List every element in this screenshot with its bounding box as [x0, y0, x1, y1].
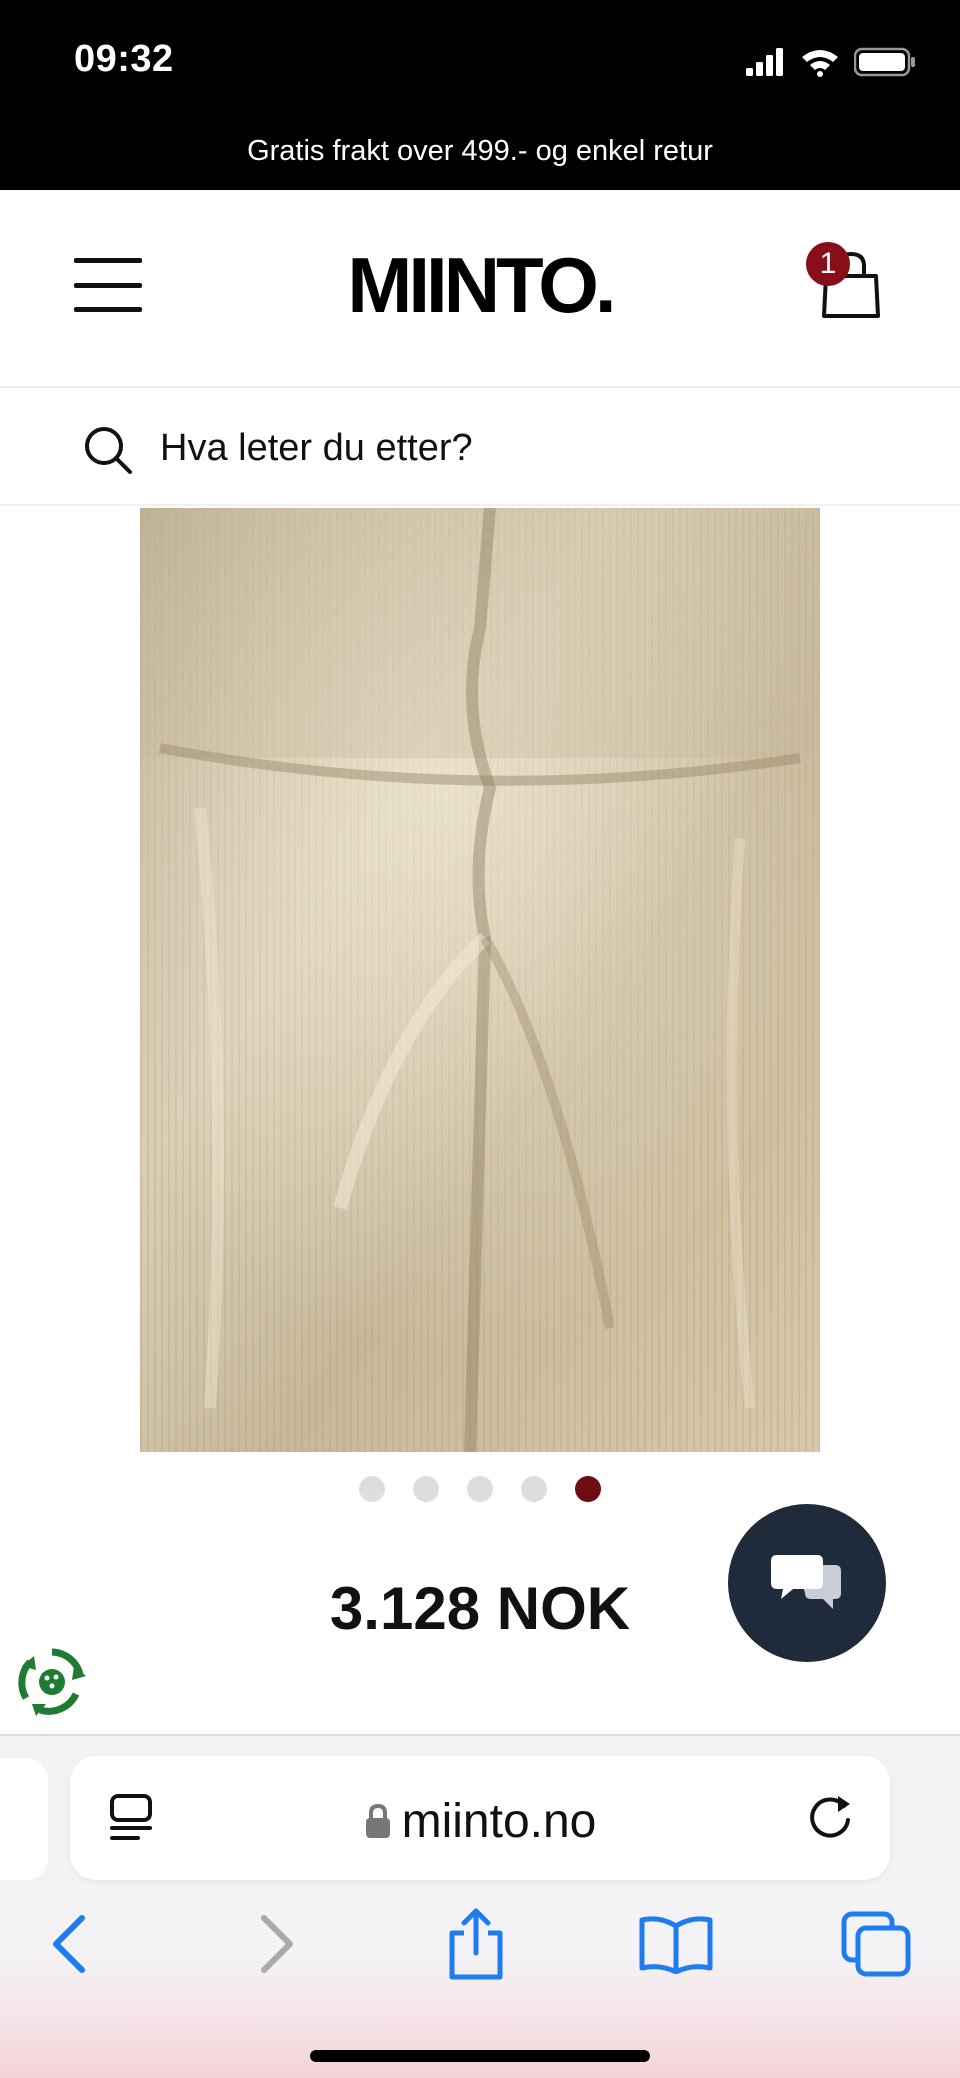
- lock-icon: [365, 1803, 390, 1838]
- chat-bubbles-icon: [771, 1555, 841, 1609]
- promo-banner: Gratis frakt over 499.- og enkel retur: [0, 120, 960, 190]
- carousel-dot[interactable]: [359, 1476, 385, 1502]
- carousel-dot-active[interactable]: [575, 1476, 601, 1502]
- home-indicator: [310, 2050, 650, 2062]
- search-bar: [0, 390, 960, 506]
- carousel-dot[interactable]: [521, 1476, 547, 1502]
- carousel-dot[interactable]: [413, 1476, 439, 1502]
- cart-button[interactable]: 1: [806, 242, 886, 322]
- browser-toolbar: [0, 1904, 960, 1994]
- url-display: miinto.no: [70, 1794, 890, 1849]
- browser-chrome: miinto.no: [0, 1734, 960, 2078]
- cellular-signal-icon: [746, 48, 783, 76]
- status-time: 09:32: [74, 38, 174, 80]
- tabs-icon[interactable]: [836, 1904, 916, 1984]
- product-photo: [140, 508, 820, 1452]
- previous-tab-card[interactable]: [0, 1758, 48, 1880]
- share-icon[interactable]: [436, 1904, 516, 1984]
- search-icon[interactable]: [80, 422, 136, 478]
- reload-icon[interactable]: [804, 1790, 858, 1844]
- chat-button[interactable]: [728, 1504, 886, 1662]
- forward-icon[interactable]: [236, 1904, 316, 1984]
- battery-icon: [854, 47, 915, 77]
- recycle-badge-icon[interactable]: [16, 1646, 88, 1718]
- carousel-dot[interactable]: [467, 1476, 493, 1502]
- bookmarks-icon[interactable]: [636, 1904, 716, 1984]
- site-header: MIINTO. 1: [0, 190, 960, 388]
- carousel-dots: [0, 1476, 960, 1506]
- search-input[interactable]: [160, 418, 880, 478]
- status-icons: [746, 44, 916, 80]
- wifi-icon: [802, 50, 838, 77]
- cart-count-badge: 1: [806, 242, 850, 286]
- status-bar: 09:32: [0, 0, 960, 120]
- url-text: miinto.no: [401, 1795, 597, 1848]
- back-icon[interactable]: [30, 1904, 110, 1984]
- product-image[interactable]: [140, 508, 820, 1452]
- address-bar[interactable]: miinto.no: [70, 1756, 890, 1880]
